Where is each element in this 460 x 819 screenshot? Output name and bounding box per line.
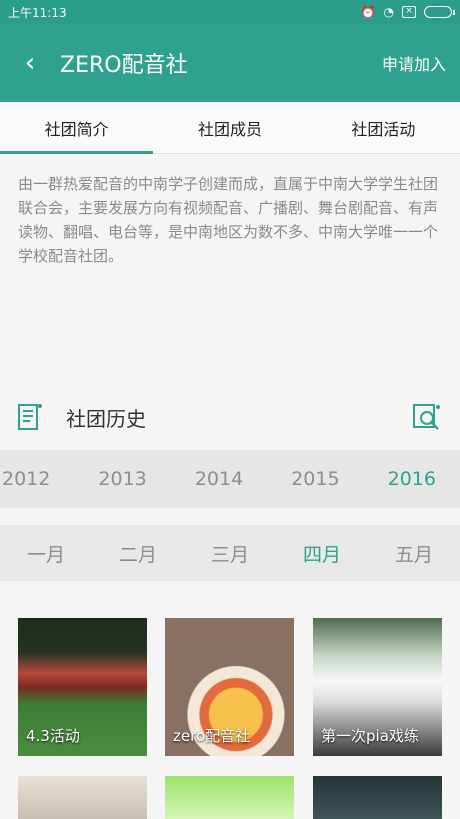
gallery-item[interactable] <box>313 776 442 819</box>
year-2016[interactable]: 2016 <box>388 468 436 490</box>
gallery-item[interactable] <box>165 776 294 819</box>
tab-bar: 社团简介 社团成员 社团活动 <box>0 102 460 154</box>
gallery-item-label: 4.3活动 <box>26 727 80 745</box>
chevron-left-icon: ‹ <box>24 48 36 78</box>
back-button[interactable]: ‹ <box>0 33 60 93</box>
status-bar: 上午11:13 ⏰ ◔ × <box>0 0 460 24</box>
month-selector: 一月 二月 三月 四月 五月 <box>0 525 460 581</box>
gallery-item-label: 第一次pia戏练 <box>321 727 419 745</box>
gallery-item[interactable]: zero配音社 <box>165 618 294 756</box>
month-apr[interactable]: 四月 <box>303 540 341 567</box>
year-selector: 2012 2013 2014 2015 2016 <box>0 450 460 508</box>
year-2014[interactable]: 2014 <box>195 468 243 490</box>
gallery-item[interactable]: 4.3活动 <box>18 618 147 756</box>
alarm-icon: ⏰ <box>360 5 376 19</box>
search-icon[interactable] <box>412 403 442 433</box>
book-icon <box>18 404 42 430</box>
history-header: 社团历史 <box>0 395 460 439</box>
page-title: ZERO配音社 <box>60 53 188 78</box>
join-button[interactable]: 申请加入 <box>382 51 446 75</box>
status-time: 上午11:13 <box>8 5 67 20</box>
year-2012[interactable]: 2012 <box>2 468 50 490</box>
wifi-icon: ◔ <box>383 5 394 19</box>
sim-icon: × <box>402 6 416 18</box>
tab-activities[interactable]: 社团活动 <box>307 102 460 153</box>
year-2015[interactable]: 2015 <box>291 468 339 490</box>
month-jan[interactable]: 一月 <box>27 540 65 567</box>
club-introduction: 由一群热爱配音的中南学子创建而成，直属于中南大学学生社团联合会，主要发展方向有视… <box>18 175 439 265</box>
tab-intro[interactable]: 社团简介 <box>0 102 154 154</box>
tab-members[interactable]: 社团成员 <box>153 102 306 153</box>
year-2013[interactable]: 2013 <box>98 468 146 490</box>
gallery-item[interactable] <box>18 776 147 819</box>
month-mar[interactable]: 三月 <box>211 540 249 567</box>
battery-icon <box>424 6 455 18</box>
app-bar: ‹ ZERO配音社 申请加入 <box>0 24 460 102</box>
history-title: 社团历史 <box>66 406 146 431</box>
month-may[interactable]: 五月 <box>395 540 433 567</box>
month-feb[interactable]: 二月 <box>119 540 157 567</box>
status-icons: ⏰ ◔ × <box>360 5 455 19</box>
gallery-item-label: zero配音社 <box>173 727 251 745</box>
gallery-item[interactable]: 第一次pia戏练 <box>313 618 442 756</box>
